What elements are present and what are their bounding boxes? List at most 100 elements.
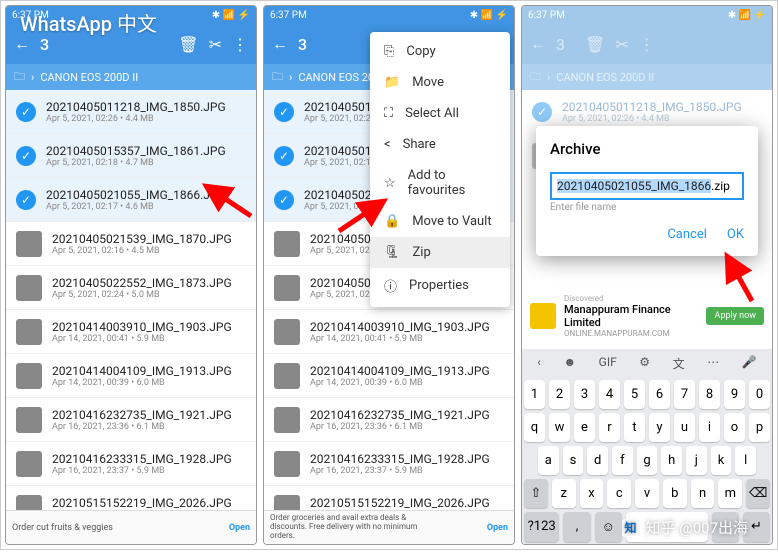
key-v[interactable]: v [635, 479, 659, 508]
list-item[interactable]: 20210414003910_IMG_1903.JPGApr 14, 2021,… [264, 310, 514, 354]
list-item[interactable]: 20210416233315_IMG_1928.JPGApr 16, 2021,… [264, 442, 514, 486]
list-item[interactable]: 20210414004109_IMG_1913.JPGApr 14, 2021,… [264, 354, 514, 398]
list-item[interactable]: 20210405021539_IMG_1870.JPGApr 5, 2021, … [6, 222, 256, 266]
more-icon[interactable]: ⋮ [232, 35, 248, 54]
key-x[interactable]: x [580, 479, 604, 508]
key-9[interactable]: 9 [724, 380, 745, 409]
kbd-more-icon[interactable]: ⋯ [707, 355, 719, 372]
list-item[interactable]: ✓20210405011218_IMG_1850.JPGApr 5, 2021,… [6, 90, 256, 134]
menu-zip[interactable]: 🗜Zip [370, 237, 510, 268]
kbd-settings-icon[interactable]: ⚙ [639, 355, 650, 372]
filename-input[interactable]: 20210405021055_IMG_1866.zip [550, 172, 744, 200]
file-meta: Apr 14, 2021, 00:39 • 6.0 MB [52, 378, 246, 388]
menu-share[interactable]: <Share [370, 129, 510, 160]
key-o[interactable]: o [724, 413, 745, 442]
key-7[interactable]: 7 [674, 380, 695, 409]
list-item[interactable]: 20210416232735_IMG_1921.JPGApr 16, 2021,… [6, 398, 256, 442]
file-name: 20210515152219_IMG_2026.JPG [310, 496, 504, 510]
kbd-collapse-icon[interactable]: ‹ [537, 355, 541, 372]
list-item[interactable]: 20210416232735_IMG_1921.JPGApr 16, 2021,… [264, 398, 514, 442]
key-z[interactable]: z [552, 479, 576, 508]
file-name: 20210416233315_IMG_1928.JPG [52, 452, 246, 466]
back-icon[interactable]: ← [14, 34, 30, 54]
apply-button[interactable]: Apply now [706, 307, 764, 325]
key-u[interactable]: u [674, 413, 695, 442]
key-n[interactable]: n [691, 479, 715, 508]
key-y[interactable]: y [649, 413, 670, 442]
menu-select-all[interactable]: ⛶Select All [370, 98, 510, 129]
list-item[interactable]: 20210414004109_IMG_1913.JPGApr 14, 2021,… [6, 354, 256, 398]
ad-card[interactable]: Discovered Manappuram Finance Limited ON… [522, 296, 772, 336]
key-e[interactable]: e [574, 413, 595, 442]
menu-vault[interactable]: 🔒Move to Vault [370, 206, 510, 237]
key-?123[interactable]: ?123 [524, 512, 559, 542]
kbd-mic-icon[interactable]: 🎤 [742, 355, 757, 372]
key-⇧[interactable]: ⇧ [524, 479, 548, 508]
key-d[interactable]: d [587, 446, 608, 475]
file-meta: Apr 14, 2021, 00:39 • 6.0 MB [310, 378, 504, 388]
file-name: 20210606212934_IMG_2142.JPG [52, 545, 246, 546]
overlay-brand-text: WhatsApp 中文 [20, 8, 157, 37]
list-item[interactable]: 20210405022552_IMG_1873.JPGApr 5, 2021, … [6, 266, 256, 310]
key-c[interactable]: c [607, 479, 631, 508]
cancel-button[interactable]: Cancel [667, 227, 707, 242]
sdcard-icon: 🗀 [14, 68, 25, 87]
ad-banner[interactable]: Order groceries and avail extra deals & … [264, 510, 514, 544]
key-b[interactable]: b [663, 479, 687, 508]
list-item[interactable]: ✓20210405015357_IMG_1861.JPGApr 5, 2021,… [6, 134, 256, 178]
key-a[interactable]: a [538, 446, 559, 475]
cut-icon[interactable]: ✂ [209, 35, 222, 54]
key-g[interactable]: g [637, 446, 658, 475]
key-j[interactable]: j [686, 446, 707, 475]
key-r[interactable]: r [599, 413, 620, 442]
ok-button[interactable]: OK [727, 227, 744, 242]
key-w[interactable]: w [549, 413, 570, 442]
back-icon[interactable]: ← [272, 34, 288, 54]
key-6[interactable]: 6 [649, 380, 670, 409]
key-⌫[interactable]: ⌫ [746, 479, 770, 508]
kbd-sticker-icon[interactable]: ☻ [563, 355, 576, 372]
key-3[interactable]: 3 [574, 380, 595, 409]
thumbnail [16, 275, 42, 301]
kbd-gif-icon[interactable]: GIF [599, 355, 617, 372]
key-2[interactable]: 2 [549, 380, 570, 409]
key-1[interactable]: 1 [524, 380, 545, 409]
key-k[interactable]: k [711, 446, 732, 475]
key-8[interactable]: 8 [699, 380, 720, 409]
key-q[interactable]: q [524, 413, 545, 442]
thumbnail [274, 407, 300, 433]
file-meta: Apr 16, 2021, 23:37 • 5.9 MB [310, 466, 504, 476]
key-,[interactable]: , [563, 512, 590, 542]
key-5[interactable]: 5 [624, 380, 645, 409]
key-p[interactable]: p [749, 413, 770, 442]
key-h[interactable]: h [661, 446, 682, 475]
watermark: 知 知乎 @007出海 [622, 517, 748, 538]
list-item[interactable]: 20210416233315_IMG_1928.JPGApr 16, 2021,… [6, 442, 256, 486]
phone-screen-3: 6:37 PM✱ 📶 ⚡ ←3🗑✂⋮ 🗀›CANON EOS 200D II ✓… [521, 5, 773, 545]
key-4[interactable]: 4 [599, 380, 620, 409]
kbd-translate-icon[interactable]: 文 [673, 355, 685, 372]
key-m[interactable]: m [718, 479, 742, 508]
key-☺[interactable]: ☺ [595, 512, 622, 542]
list-item[interactable]: ✓20210405021055_IMG_1866.JPGApr 5, 2021,… [6, 178, 256, 222]
selection-count: 3 [40, 35, 49, 54]
delete-icon[interactable]: 🗑 [178, 35, 198, 54]
file-name: 20210606212934_IMG_2142.JPG [310, 545, 504, 546]
ad-banner[interactable]: Order cut fruits & veggies Open [6, 510, 256, 544]
key-i[interactable]: i [699, 413, 720, 442]
phone-screen-1: 6:37 PM✱ 📶 ⚡ ← 3 🗑 ✂ ⋮ 🗀 › CANON EOS 200… [5, 5, 257, 545]
menu-favourites[interactable]: ☆Add to favourites [370, 160, 510, 206]
key-0[interactable]: 0 [749, 380, 770, 409]
menu-move[interactable]: 📁Move [370, 67, 510, 98]
menu-properties[interactable]: ⓘProperties [370, 268, 510, 303]
key-t[interactable]: t [624, 413, 645, 442]
key-l[interactable]: l [735, 446, 756, 475]
key-s[interactable]: s [563, 446, 584, 475]
breadcrumb[interactable]: 🗀 › CANON EOS 200D II [6, 64, 256, 90]
key-f[interactable]: f [612, 446, 633, 475]
menu-copy[interactable]: ⎘Copy [370, 36, 510, 67]
list-item[interactable]: 20210414003910_IMG_1903.JPGApr 14, 2021,… [6, 310, 256, 354]
keyboard: ‹ ☻ GIF ⚙ 文 ⋯ 🎤 1234567890 qwertyuiop asdf… [522, 349, 772, 544]
move-icon: 📁 [384, 75, 400, 90]
file-meta: Apr 14, 2021, 00:41 • 5.9 MB [52, 334, 246, 344]
